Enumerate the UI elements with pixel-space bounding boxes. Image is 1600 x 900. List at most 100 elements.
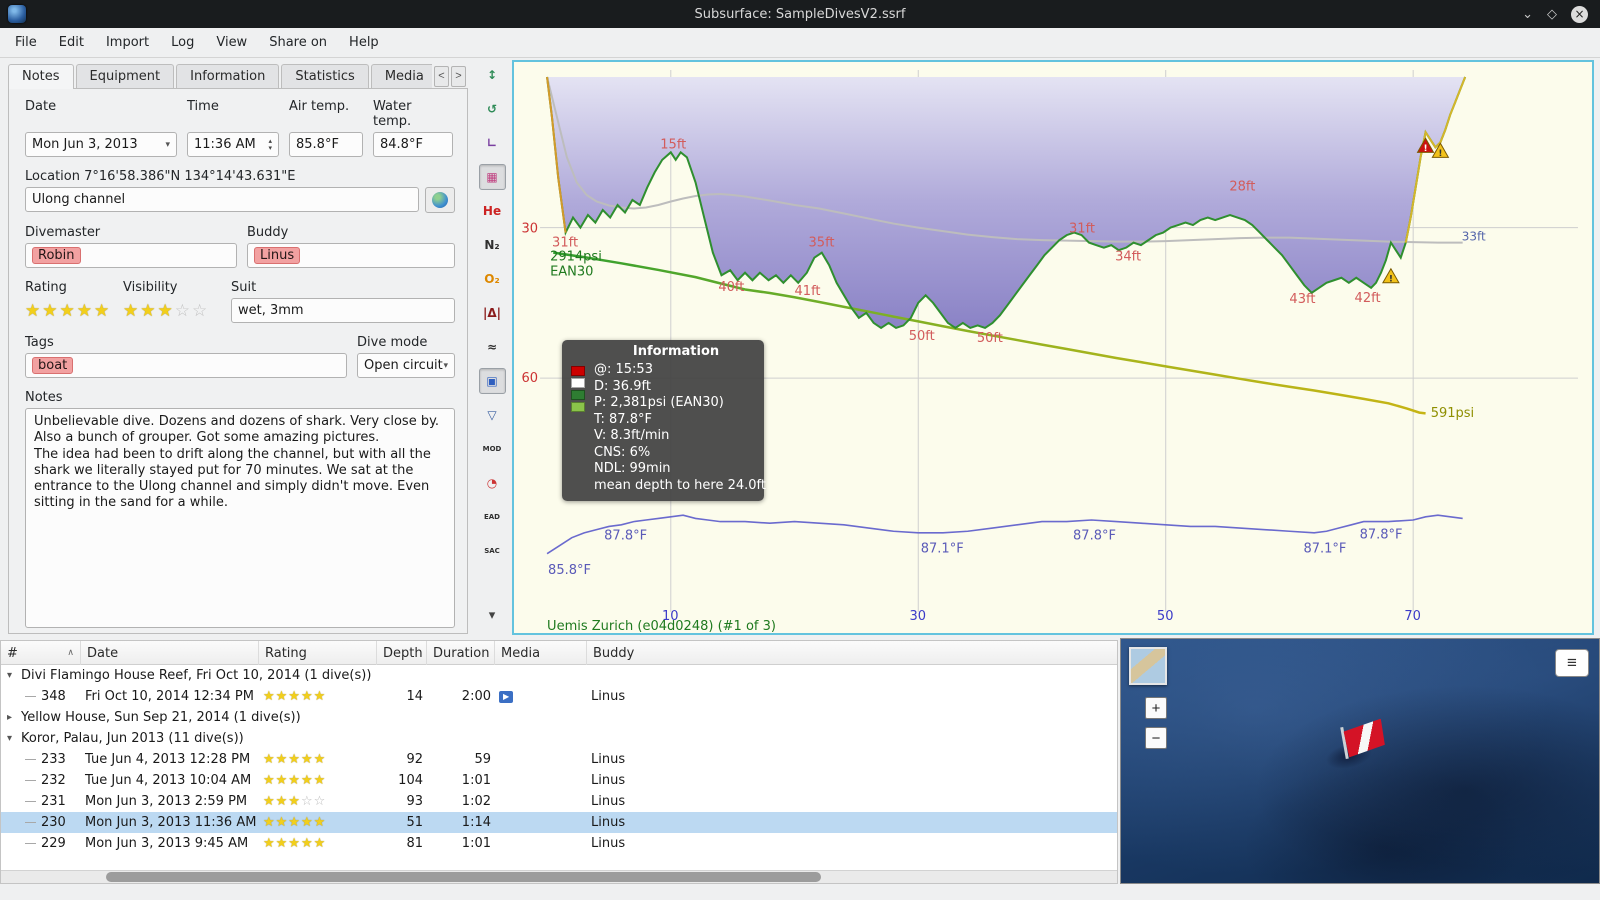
mod-icon[interactable]: MOD (479, 436, 506, 462)
dive-list-row[interactable]: ▸ Yellow House, Sun Sep 21, 2014 (1 dive(… (1, 707, 1117, 728)
infobox-line: T: 87.8°F (594, 411, 652, 427)
svg-text:87.1°F: 87.1°F (1303, 542, 1346, 557)
map-menu-button[interactable]: ≡ (1555, 649, 1589, 677)
air-temp-field[interactable]: 85.8°F (289, 132, 363, 157)
menu-item[interactable]: Log (160, 30, 205, 55)
tags-field[interactable]: boat (25, 353, 347, 378)
dive-depth: 93 (406, 794, 423, 809)
dive-date: Mon Jun 3, 2013 2:59 PM (85, 794, 248, 809)
zoom-out-button[interactable]: − (1145, 727, 1167, 749)
dive-list-row[interactable]: 230 Mon Jun 3, 2013 11:36 AM ★★★★★ 51 1:… (1, 812, 1117, 833)
divemaster-chip[interactable]: Robin (32, 247, 81, 264)
buddy-chip[interactable]: Linus (254, 247, 301, 264)
column-header-rating[interactable]: Rating (259, 641, 377, 665)
dive-duration: 2:00 (461, 689, 491, 704)
media-icon[interactable]: ▶ (499, 690, 514, 703)
reset-zoom-icon[interactable]: ↺ (479, 96, 506, 122)
ndl-tts-icon[interactable]: ◔ (479, 470, 506, 496)
svg-text:591psi: 591psi (1431, 406, 1474, 421)
legend-swatch (571, 402, 585, 412)
heart-rate-icon[interactable]: ≈ (479, 334, 506, 360)
location-field[interactable]: Ulong channel (25, 187, 419, 212)
tab[interactable]: Statistics (281, 64, 369, 89)
dc-ceiling-icon[interactable]: |Δ| (479, 300, 506, 326)
notes-label: Notes (25, 390, 63, 405)
ead-icon[interactable]: EAD (479, 504, 506, 530)
maximize-icon[interactable]: ◇ (1547, 7, 1557, 22)
column-header-number[interactable]: # ∧ (1, 641, 81, 665)
tab-scroll-right-button[interactable]: > (451, 66, 466, 87)
time-spinbox[interactable]: 11:36 AM ▴ ▾ (187, 132, 279, 157)
column-header-duration[interactable]: Duration (427, 641, 495, 665)
tag-chip[interactable]: boat (32, 357, 74, 374)
collapse-toolbar-button[interactable]: ▾ (479, 602, 506, 628)
scrollbar-thumb[interactable] (106, 872, 821, 882)
water-temp-field[interactable]: 84.8°F (373, 132, 453, 157)
dive-list-row[interactable]: 233 Tue Jun 4, 2013 12:28 PM ★★★★★ 92 59… (1, 749, 1117, 770)
scale-graph-icon[interactable]: ↕ (479, 62, 506, 88)
dive-list-row[interactable]: ▾ Divi Flamingo House Reef, Fri Oct 10, 2… (1, 665, 1117, 686)
visibility-stars[interactable]: ★★★ ☆☆ (123, 298, 221, 323)
horizontal-scrollbar[interactable] (1, 870, 1117, 883)
infobox-line: D: 36.9ft (594, 378, 651, 394)
dive-buddy: Linus (591, 773, 626, 788)
dive-mode-select[interactable]: Open circuit ▾ (357, 353, 455, 378)
column-header-date[interactable]: Date (81, 641, 259, 665)
dive-flag-icon (1342, 719, 1388, 758)
menu-item[interactable]: File (4, 30, 48, 55)
minimize-icon[interactable]: ⌄ (1522, 7, 1533, 22)
tab[interactable]: Information (176, 64, 280, 89)
buddy-field[interactable]: Linus (247, 243, 455, 268)
air-temp-label: Air temp. (289, 99, 350, 114)
tab[interactable]: Media (370, 64, 432, 89)
window-title: Subsurface: SampleDivesV2.ssrf (694, 6, 906, 22)
divemaster-field[interactable]: Robin (25, 243, 237, 268)
legend-swatch (571, 390, 585, 400)
dive-list-row[interactable]: ▾ Koror, Palau, Jun 2013 (11 dive(s)) (1, 728, 1117, 749)
menu-item[interactable]: Help (338, 30, 390, 55)
menu-item[interactable]: Share on (258, 30, 338, 55)
pp-helium-icon[interactable]: He (479, 198, 506, 224)
titlebar[interactable]: Subsurface: SampleDivesV2.ssrf ⌄ ◇ × (0, 0, 1600, 28)
tab-scroll-left-button[interactable]: < (434, 66, 449, 87)
dive-site-marker[interactable] (1319, 723, 1389, 769)
dive-list-header: # ∧ Date Rating Depth Duration Media Budd… (1, 641, 1117, 665)
spinner-arrows-icon[interactable]: ▴ ▾ (268, 137, 272, 152)
menu-item[interactable]: Import (95, 30, 160, 55)
grid-toggle-icon[interactable]: ▦ (478, 164, 506, 190)
group-toggle-icon[interactable]: ▸ (7, 712, 21, 723)
map-pane[interactable]: + − ≡ (1120, 638, 1600, 884)
group-toggle-icon[interactable]: ▾ (7, 670, 21, 681)
tab[interactable]: Equipment (75, 64, 175, 89)
zoom-in-button[interactable]: + (1145, 697, 1167, 719)
tab[interactable]: Notes (8, 64, 74, 89)
dive-profile-pane[interactable]: !!! 30 60 10 30 50 70 Uemis Zurich (e04d0248) (… (512, 60, 1594, 635)
axes-ruler-icon[interactable]: ∟ (479, 130, 506, 156)
dive-list-row[interactable]: 231 Mon Jun 3, 2013 2:59 PM ★★★ ☆☆ 93 1:0… (1, 791, 1117, 812)
dive-list-row[interactable]: 229 Mon Jun 3, 2013 9:45 AM ★★★★★ 81 1:0… (1, 833, 1117, 854)
sac-icon[interactable]: SAC (479, 538, 506, 564)
menu-item[interactable]: View (205, 30, 258, 55)
calc-ceiling-icon[interactable]: ▽ (479, 402, 506, 428)
notes-textarea[interactable]: Unbelievable dive. Dozens and dozens of … (25, 408, 455, 628)
close-icon[interactable]: × (1571, 5, 1588, 23)
menu-item[interactable]: Edit (48, 30, 95, 55)
infobox-lines: @: 15:53 D: 36.9ft P: 2,381psi (EAN30) T: 8… (594, 362, 766, 494)
dive-list-row[interactable]: 232 Tue Jun 4, 2013 10:04 AM ★★★★★ 104 1… (1, 770, 1117, 791)
column-header-buddy[interactable]: Buddy (587, 641, 1117, 665)
tree-branch (25, 843, 36, 844)
chevron-down-icon: ▾ (443, 360, 448, 371)
pp-nitrogen-icon[interactable]: N₂ (479, 232, 506, 258)
dive-number: 230 (41, 815, 66, 830)
column-header-depth[interactable]: Depth (377, 641, 427, 665)
date-select[interactable]: Mon Jun 3, 2013 ▾ (25, 132, 177, 157)
rating-stars[interactable]: ★★★★★ (25, 298, 113, 323)
overview-map[interactable] (1129, 647, 1167, 685)
column-header-media[interactable]: Media (495, 641, 587, 665)
pp-oxygen-icon[interactable]: O₂ (479, 266, 506, 292)
photos-toggle-icon[interactable]: ▣ (478, 368, 506, 394)
dive-list-row[interactable]: 348 Fri Oct 10, 2014 12:34 PM ★★★★★ 14 2… (1, 686, 1117, 707)
location-globe-button[interactable] (425, 187, 455, 213)
group-toggle-icon[interactable]: ▾ (7, 733, 21, 744)
suit-field[interactable]: wet, 3mm (231, 298, 455, 323)
